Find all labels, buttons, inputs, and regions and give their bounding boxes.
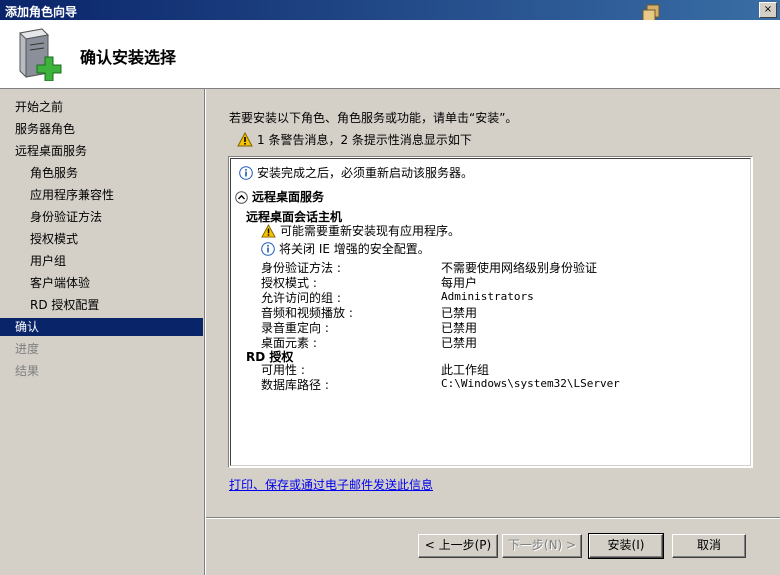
step-results: 结果 [15,364,40,378]
step-rd-licensing-config[interactable]: RD 授权配置 [0,296,203,314]
step-client-experience[interactable]: 客户端体验 [0,274,203,292]
next-button: 下一步(N) > [502,534,582,558]
setting-value: 此工作组 [441,363,490,377]
restart-info-message: 安装完成之后，必须重新启动该服务器。 [239,164,473,181]
message-summary: 1 条警告消息，2 条提示性消息显示如下 [237,131,472,148]
ie-esc-info-text: 将关闭 IE 增强的安全配置。 [279,242,430,256]
step-authentication-method[interactable]: 身份验证方法 [0,208,203,226]
ie-esc-info-message: 将关闭 IE 增强的安全配置。 [261,240,430,257]
step-app-compatibility[interactable]: 应用程序兼容性 [0,186,203,204]
info-icon [261,242,275,256]
wizard-steps-sidebar: 开始之前 服务器角色 远程桌面服务 角色服务 应用程序兼容性 身份验证方法 授权… [0,89,205,575]
reinstall-warning-message: 可能需要重新安装现有应用程序。 [261,222,460,239]
intro-text: 若要安装以下角色、角色服务或功能，请单击“安装”。 [229,111,518,125]
collapse-icon[interactable] [235,191,248,204]
install-button[interactable]: 安装(I) [588,533,664,559]
step-remote-desktop-services[interactable]: 远程桌面服务 [0,142,203,160]
setting-value: C:\Windows\system32\LServer [441,377,620,390]
server-add-role-icon [18,28,62,81]
sidebar-divider-highlight [205,89,206,575]
previous-button[interactable]: < 上一步(P) [418,534,498,558]
window-title: 添加角色向导 [5,5,78,19]
step-confirmation[interactable]: 确认 [0,318,203,336]
warning-icon [237,131,253,147]
step-before-you-begin[interactable]: 开始之前 [0,98,203,116]
message-summary-text: 1 条警告消息，2 条提示性消息显示如下 [257,133,472,147]
step-licensing-mode[interactable]: 授权模式 [0,230,203,248]
step-progress: 进度 [15,342,40,356]
setting-value: Administrators [441,290,534,303]
button-area-divider-highlight [206,518,780,519]
page-header: 确认安装选择 [0,20,780,89]
setting-key: 数据库路径 : [261,378,329,392]
info-icon [239,166,253,180]
setting-value: 已禁用 [441,336,478,350]
cancel-button[interactable]: 取消 [672,534,746,558]
print-save-email-link[interactable]: 打印、保存或通过电子邮件发送此信息 [229,476,433,493]
title-bar: 添加角色向导 × [0,0,780,23]
close-button[interactable]: × [759,2,777,18]
step-user-groups[interactable]: 用户组 [0,252,203,270]
reinstall-warning-text: 可能需要重新安装现有应用程序。 [280,224,461,238]
step-server-roles[interactable]: 服务器角色 [0,120,203,138]
step-role-services[interactable]: 角色服务 [0,164,203,182]
section-remote-desktop-services[interactable]: 远程桌面服务 [235,188,324,205]
setting-value: 每用户 [441,276,478,290]
restart-info-text: 安装完成之后，必须重新启动该服务器。 [257,166,474,180]
confirmation-details-panel[interactable]: 安装完成之后，必须重新启动该服务器。 远程桌面服务 远程桌面会话主机 可能需要重… [228,156,753,468]
section-title: 远程桌面服务 [252,190,325,204]
warning-icon [261,224,276,238]
page-title: 确认安装选择 [80,48,177,67]
